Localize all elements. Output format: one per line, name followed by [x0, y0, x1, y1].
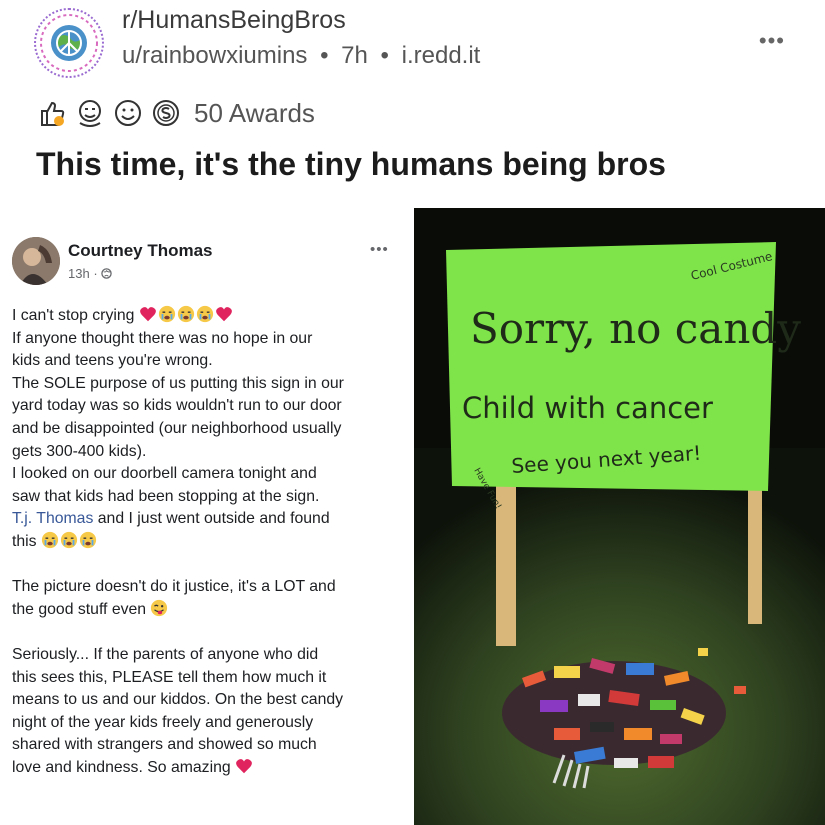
text-line: gets 300-400 kids). [12, 442, 147, 460]
text-line: The picture doesn't do it justice, it's … [12, 578, 336, 596]
text-line: the good stuff even [12, 599, 410, 622]
fb-more-icon: ••• [370, 241, 389, 258]
sign-line-1: Sorry, no candy [470, 304, 801, 353]
sign-board: Sorry, no candy Child with cancer See yo… [446, 242, 801, 511]
post-age: 7h [341, 42, 368, 69]
silver-award-icon [153, 100, 179, 126]
crying-face-icon [41, 531, 59, 549]
crying-face-icon [60, 531, 78, 549]
text-line: kids and teens you're wrong. [12, 352, 213, 370]
post-meta: u/rainbowxiumins • 7h • i.redd.it [122, 42, 486, 70]
text-line: yard today was so kids wouldn't run to o… [12, 397, 342, 415]
sign-photo: Sorry, no candy Child with cancer See yo… [414, 208, 825, 825]
sign-line-2: Child with cancer [462, 391, 713, 425]
text-line: and be disappointed (our neighborhood us… [12, 419, 342, 437]
smile-award-icon [115, 100, 141, 126]
text-line: The SOLE purpose of us putting this sign… [12, 374, 344, 392]
crying-face-icon [158, 305, 175, 323]
thumbs-up-award-icon [41, 101, 65, 126]
post-header: r/HumansBeingBros u/rainbowxiumins • 7h … [0, 0, 825, 90]
fb-timestamp: 13h · [68, 266, 112, 281]
avatar [12, 237, 60, 285]
text-line: this [12, 531, 410, 554]
text-line: If anyone thought there was no hope in o… [12, 329, 313, 347]
meta-separator: • [380, 42, 389, 69]
wholesome-award-icon [79, 100, 101, 127]
subreddit-avatar[interactable] [34, 8, 104, 78]
text-line: saw that kids had been stopping at the s… [12, 487, 320, 505]
heart-icon [139, 307, 156, 322]
post-title[interactable]: This time, it's the tiny humans being br… [36, 146, 666, 183]
tagged-user-link: T.j. Thomas [12, 510, 94, 528]
fb-time-text: 13h [68, 266, 90, 281]
text-line: love and kindness. So amazing [12, 757, 410, 780]
text-line: this sees this, PLEASE tell them how muc… [12, 668, 327, 686]
more-options-icon[interactable]: ••• [759, 28, 785, 54]
crying-face-icon [177, 305, 194, 323]
text-line: means to us and our kiddos. On the best … [12, 691, 344, 709]
subreddit-name[interactable]: r/HumansBeingBros [122, 6, 346, 35]
author-link[interactable]: u/rainbowxiumins [122, 42, 307, 69]
globe-icon [101, 268, 112, 279]
text-line: T.j. Thomas and I just went outside and … [12, 510, 330, 528]
text-line: Seriously... If the parents of anyone wh… [12, 645, 319, 663]
post-domain[interactable]: i.redd.it [402, 42, 481, 69]
meta-separator: • [320, 42, 329, 69]
heart-icon [215, 307, 232, 322]
heart-icon [236, 758, 252, 774]
crying-face-icon [79, 531, 97, 549]
fb-author-name: Courtney Thomas [68, 241, 213, 260]
winking-tongue-face-icon [151, 599, 168, 616]
text-line: I can't stop crying [12, 305, 410, 328]
text-line: I looked on our doorbell camera tonight … [12, 465, 317, 483]
text-line: night of the year kids freely and genero… [12, 713, 314, 731]
awards-row[interactable]: 50 Awards [36, 96, 315, 130]
text-line: shared with strangers and showed so much [12, 736, 317, 754]
facebook-post-screenshot: Courtney Thomas 13h · ••• I can't stop c… [0, 208, 414, 825]
awards-count: 50 Awards [194, 97, 315, 128]
crying-face-icon [196, 305, 213, 323]
fb-post-text: I can't stop crying If anyone thought th… [12, 305, 410, 779]
